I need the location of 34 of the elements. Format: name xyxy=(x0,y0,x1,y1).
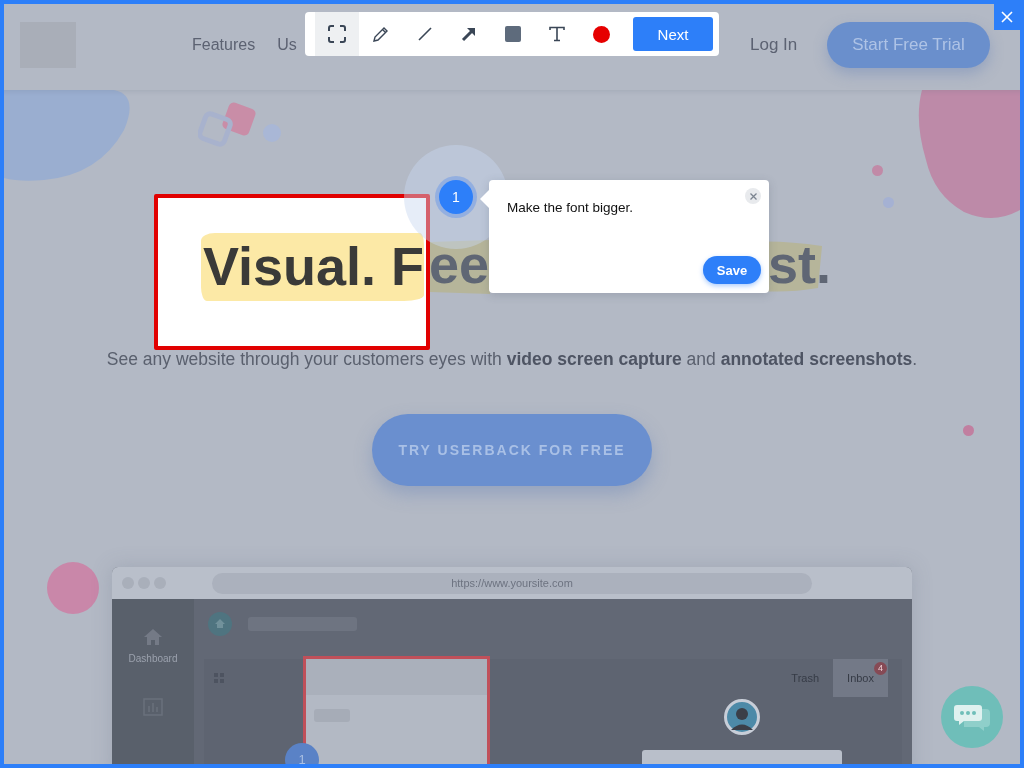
login-link[interactable]: Log In xyxy=(750,35,798,55)
pencil-icon xyxy=(372,25,390,43)
start-trial-button[interactable]: Start Free Trial xyxy=(827,22,990,68)
text-icon xyxy=(549,26,565,42)
headline-text: Visual. F xyxy=(201,233,425,301)
headline-text: st. xyxy=(768,237,832,291)
count-badge: 4 xyxy=(874,662,887,675)
select-area-icon xyxy=(328,25,346,43)
try-free-button[interactable]: TRY USERBACK FOR FREE xyxy=(372,414,652,486)
nav-link[interactable]: Us xyxy=(277,36,297,54)
url-bar: https://www.yoursite.com xyxy=(212,572,812,594)
close-button[interactable] xyxy=(745,188,761,204)
dot-decoration xyxy=(963,425,974,436)
close-icon xyxy=(749,192,757,200)
dot-decoration xyxy=(47,562,99,614)
home-icon xyxy=(144,629,162,645)
next-button[interactable]: Next xyxy=(633,17,713,51)
chat-bubbles-icon xyxy=(954,703,990,731)
headline-text: ee xyxy=(429,237,490,291)
sidebar-label: Dashboard xyxy=(128,653,178,664)
rectangle-icon xyxy=(505,26,521,42)
comment-text: Make the font bigger. xyxy=(507,200,634,215)
arrow-icon xyxy=(461,26,477,42)
hero-subtitle: See any website through your customers eyes with video screen capture and annotated screenshots. xyxy=(105,349,919,370)
dot-decoration xyxy=(872,165,883,176)
save-button[interactable]: Save xyxy=(703,256,761,284)
mockup-tab[interactable]: Inbox 4 xyxy=(833,659,888,697)
close-icon xyxy=(1001,11,1013,23)
nav-link[interactable]: Features xyxy=(192,36,256,54)
annotation-marker[interactable]: 1 xyxy=(439,180,473,214)
home-badge-icon xyxy=(208,612,232,636)
line-icon xyxy=(417,26,433,42)
annotation-rectangle[interactable]: Visual. F xyxy=(154,194,430,350)
select-tool-button[interactable] xyxy=(315,12,359,56)
